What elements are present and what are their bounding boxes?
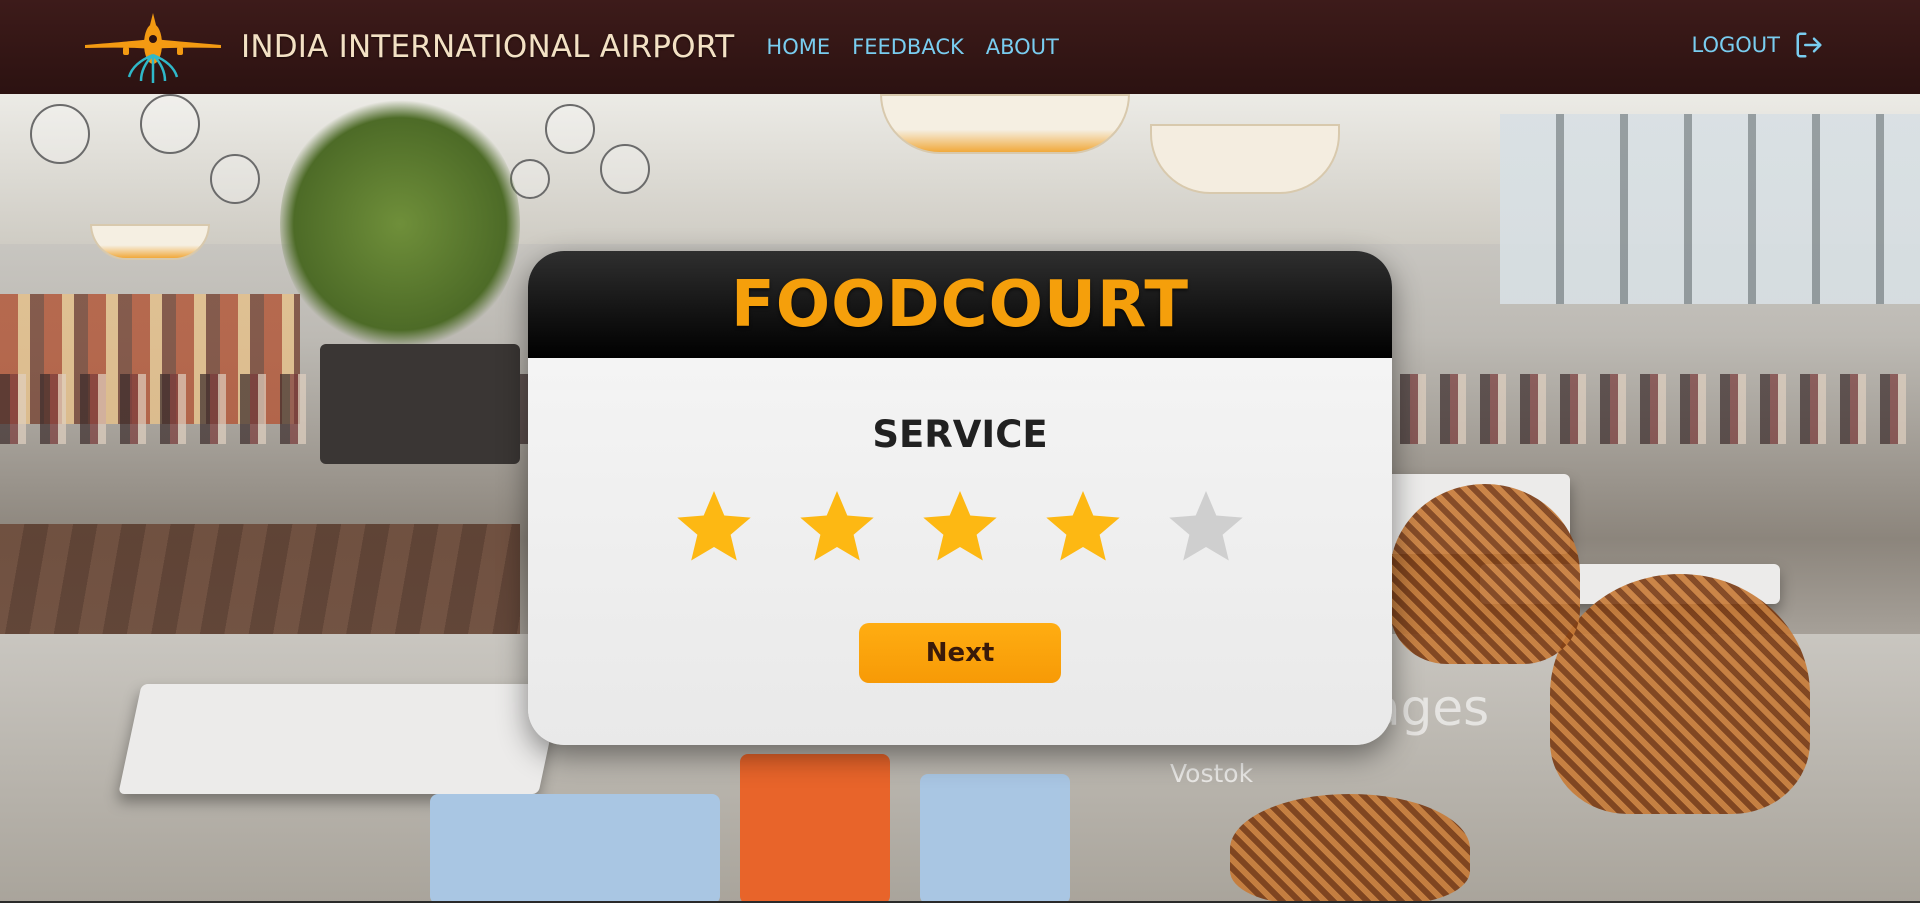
chair bbox=[920, 774, 1070, 903]
rating-card: FOODCOURT SERVICE Next bbox=[528, 251, 1392, 745]
card-title: FOODCOURT bbox=[730, 267, 1190, 342]
top-navbar: INDIA INTERNATIONAL AIRPORT HOME FEEDBAC… bbox=[0, 0, 1920, 94]
wicker-chair bbox=[1550, 574, 1810, 814]
logout-button[interactable]: LOGOUT bbox=[1692, 30, 1824, 60]
star-icon-5[interactable] bbox=[1166, 486, 1246, 566]
chair bbox=[430, 794, 720, 903]
chair bbox=[740, 754, 890, 903]
star-rating bbox=[528, 486, 1392, 566]
pendant-lamp bbox=[90, 224, 210, 260]
card-header: FOODCOURT bbox=[528, 251, 1392, 358]
star-icon-4[interactable] bbox=[1043, 486, 1123, 566]
nav-home-link[interactable]: HOME bbox=[766, 35, 830, 59]
pendant-lamp bbox=[1150, 124, 1340, 194]
rating-criterion: SERVICE bbox=[872, 413, 1048, 456]
logout-icon bbox=[1796, 32, 1822, 58]
cage-lamp bbox=[600, 144, 650, 194]
plant bbox=[280, 94, 520, 354]
cage-lamp bbox=[140, 94, 200, 154]
cage-lamp bbox=[545, 104, 595, 154]
table bbox=[118, 684, 562, 794]
watermark-sub: Vostok bbox=[1170, 759, 1254, 788]
wicker-chair bbox=[1230, 794, 1470, 903]
star-icon-1[interactable] bbox=[674, 486, 754, 566]
cage-lamp bbox=[30, 104, 90, 164]
brand[interactable]: INDIA INTERNATIONAL AIRPORT bbox=[83, 11, 734, 83]
pendant-lamp bbox=[880, 94, 1130, 154]
wicker-chair bbox=[1390, 484, 1580, 664]
next-wrap: Next bbox=[528, 623, 1392, 683]
airplane-logo-icon bbox=[85, 13, 221, 83]
star-icon-3[interactable] bbox=[920, 486, 1000, 566]
windows bbox=[1500, 114, 1920, 304]
logout-label: LOGOUT bbox=[1691, 33, 1780, 57]
cage-lamp bbox=[210, 154, 260, 204]
plant-pot bbox=[320, 344, 520, 464]
star-icon-2[interactable] bbox=[797, 486, 877, 566]
brand-title: INDIA INTERNATIONAL AIRPORT bbox=[241, 29, 735, 65]
nav-feedback-link[interactable]: FEEDBACK bbox=[852, 35, 964, 59]
nav-links: HOME FEEDBACK ABOUT bbox=[766, 35, 1058, 59]
nav-about-link[interactable]: ABOUT bbox=[986, 35, 1059, 59]
diners bbox=[1400, 374, 1920, 444]
next-button[interactable]: Next bbox=[859, 623, 1061, 683]
